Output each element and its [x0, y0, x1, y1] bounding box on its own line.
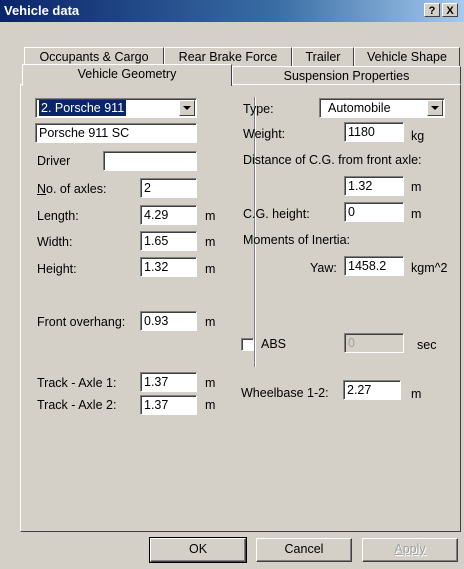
cg-front-field[interactable]: 1.32 [344, 176, 404, 196]
length-field[interactable]: 4.29 [140, 205, 197, 225]
ok-button[interactable]: OK [149, 537, 247, 563]
cg-height-unit: m [411, 207, 422, 221]
tab-vehicle-geometry[interactable]: Vehicle Geometry [22, 64, 232, 86]
yaw-unit: kgm^2 [411, 261, 448, 275]
track-axle1-field[interactable]: 1.37 [140, 372, 197, 392]
title-bar[interactable]: Vehicle data ? X [0, 0, 464, 22]
vehicle-name-field[interactable]: Porsche 911 SC [35, 123, 197, 143]
abs-checkbox[interactable] [241, 338, 254, 351]
front-overhang-unit: m [205, 315, 216, 329]
wheelbase-field[interactable]: 2.27 [343, 380, 401, 400]
tab-panel-vehicle-geometry: 2. Porsche 911 Porsche 911 SC Driver No.… [20, 84, 461, 532]
front-overhang-label: Front overhang: [37, 315, 126, 329]
tab-suspension-properties[interactable]: Suspension Properties [232, 66, 461, 86]
type-label: Type: [243, 102, 274, 116]
abs-label: ABS [261, 337, 287, 351]
axles-label-accel: N [37, 182, 47, 196]
help-button[interactable]: ? [424, 3, 440, 17]
abs-unit: sec [417, 338, 437, 352]
vehicle-select-value: 2. Porsche 911 [39, 100, 127, 116]
cg-front-unit: m [411, 180, 422, 194]
front-overhang-field[interactable]: 0.93 [140, 311, 197, 331]
cg-front-label: Distance of C.G. from front axle: [243, 153, 422, 167]
window-title: Vehicle data [4, 3, 80, 18]
yaw-field[interactable]: 1458.2 [344, 256, 404, 276]
abs-field: 0 [344, 333, 404, 353]
apply-button: Apply [362, 538, 458, 562]
cg-height-label: C.G. height: [243, 207, 310, 221]
width-label: Width: [37, 235, 73, 249]
track-axle1-unit: m [205, 376, 216, 390]
cancel-button[interactable]: Cancel [256, 538, 352, 562]
length-label: Length: [37, 209, 79, 223]
length-unit: m [205, 209, 216, 223]
chevron-down-icon[interactable] [427, 100, 443, 116]
axles-label: No. of axles: [37, 182, 106, 196]
chevron-down-icon[interactable] [179, 100, 195, 116]
weight-unit: kg [411, 129, 425, 143]
weight-label: Weight: [243, 127, 286, 141]
type-select-value: Automobile [328, 101, 391, 115]
vehicle-data-dialog: Vehicle data ? X Occupants & Cargo Rear … [0, 0, 464, 569]
axles-field[interactable]: 2 [140, 178, 197, 198]
height-label: Height: [37, 262, 77, 276]
width-unit: m [205, 235, 216, 249]
tab-vehicle-shape[interactable]: Vehicle Shape [354, 47, 460, 67]
track-axle2-unit: m [205, 398, 216, 412]
height-field[interactable]: 1.32 [140, 257, 197, 277]
width-field[interactable]: 1.65 [140, 231, 197, 251]
track-axle1-label: Track - Axle 1: [37, 376, 117, 390]
wheelbase-label: Wheelbase 1-2: [241, 386, 329, 400]
driver-field[interactable] [103, 151, 197, 171]
apply-button-label: Apply [394, 542, 426, 556]
axles-label-text: o. of axles: [46, 182, 107, 196]
cg-height-field[interactable]: 0 [344, 202, 404, 222]
driver-label: Driver [37, 154, 71, 168]
yaw-label: Yaw: [310, 261, 337, 275]
track-axle2-label: Track - Axle 2: [37, 398, 117, 412]
tab-trailer[interactable]: Trailer [292, 47, 354, 67]
wheelbase-unit: m [411, 387, 422, 401]
type-select[interactable]: Automobile [319, 98, 445, 118]
weight-field[interactable]: 1180 [344, 122, 404, 142]
track-axle2-field[interactable]: 1.37 [140, 395, 197, 415]
vehicle-select[interactable]: 2. Porsche 911 [35, 98, 197, 118]
close-button[interactable]: X [442, 3, 458, 17]
moments-of-inertia-label: Moments of Inertia: [243, 233, 350, 247]
height-unit: m [205, 262, 216, 276]
